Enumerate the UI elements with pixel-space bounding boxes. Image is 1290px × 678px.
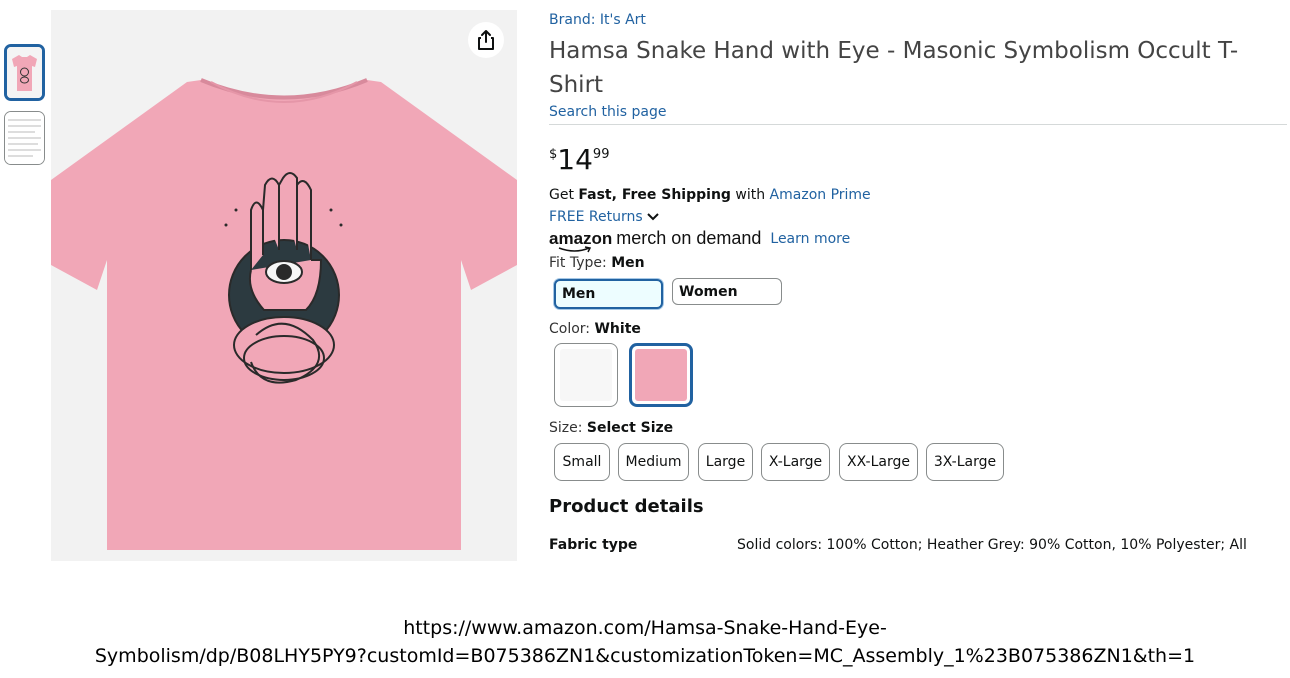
share-icon [478, 30, 494, 50]
color-swatch-pink[interactable] [629, 343, 693, 407]
fit-option-men[interactable]: Men [554, 279, 663, 309]
shipping-bold: Fast, Free Shipping [578, 187, 731, 203]
fabric-type-value: Solid colors: 100% Cotton; Heather Grey:… [737, 537, 1247, 553]
color-label: Color: White [549, 321, 641, 337]
thumbnail-size-chart[interactable] [4, 111, 45, 165]
product-image[interactable] [51, 10, 517, 561]
brand-link[interactable]: Brand: It's Art [549, 12, 646, 28]
search-this-page-link[interactable]: Search this page [549, 104, 667, 120]
divider [549, 124, 1287, 125]
thumbnail-shirt[interactable] [4, 44, 45, 101]
product-title: Hamsa Snake Hand with Eye - Masonic Symb… [549, 38, 1239, 98]
amazon-smile-icon [558, 245, 592, 252]
size-label: Size: Select Size [549, 420, 674, 436]
size-option-large[interactable]: Large [698, 443, 753, 481]
url-line-2: Symbolism/dp/B08LHY5PY9?customId=B075386… [94, 645, 1196, 667]
free-returns-link[interactable]: FREE Returns [549, 209, 659, 225]
share-button[interactable] [468, 22, 504, 58]
price-fraction: 99 [592, 147, 610, 162]
swatch-pink-fill [635, 349, 687, 401]
url-caption: https://www.amazon.com/Hamsa-Snake-Hand-… [0, 614, 1290, 670]
learn-more-link[interactable]: Learn more [770, 231, 850, 247]
shipping-middle: with [730, 187, 770, 203]
merch-text: merch on demand [616, 228, 762, 248]
fit-option-women[interactable]: Women [672, 278, 782, 305]
free-returns-label: FREE Returns [549, 209, 643, 225]
amazon-prime-link[interactable]: Amazon Prime [770, 187, 871, 203]
size-option-medium[interactable]: Medium [618, 443, 689, 481]
color-swatch-white[interactable] [554, 343, 618, 407]
tshirt-image [51, 10, 517, 561]
price: $1499 [549, 143, 609, 176]
merch-on-demand: amazon merch on demand Learn more [549, 228, 850, 252]
fit-type-label: Fit Type: Men [549, 255, 645, 271]
swatch-white-fill [560, 349, 612, 401]
size-option-3x-large[interactable]: 3X-Large [926, 443, 1004, 481]
product-details-heading: Product details [549, 496, 704, 517]
shipping-prefix: Get [549, 187, 579, 203]
price-whole: 14 [557, 143, 593, 176]
size-option-small[interactable]: Small [554, 443, 610, 481]
url-line-1: https://www.amazon.com/Hamsa-Snake-Hand-… [403, 617, 887, 639]
amazon-logo: amazon [549, 229, 612, 252]
price-symbol: $ [549, 147, 558, 162]
chevron-down-icon [646, 213, 659, 221]
fabric-type-label: Fabric type [549, 537, 638, 553]
size-option-x-large[interactable]: X-Large [761, 443, 830, 481]
shipping-info: Get Fast, Free Shipping with Amazon Prim… [549, 187, 871, 203]
size-option-xx-large[interactable]: XX-Large [839, 443, 918, 481]
